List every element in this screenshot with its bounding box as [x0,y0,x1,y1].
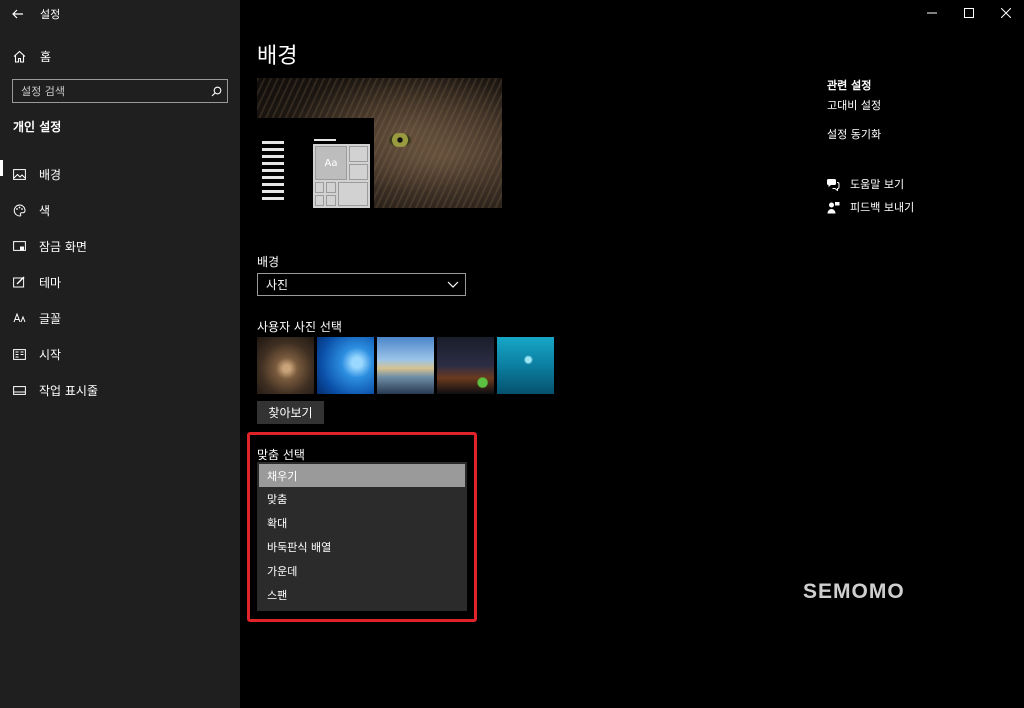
sidebar-item-lock-screen[interactable]: 잠금 화면 [0,228,240,264]
sidebar-item-label: 테마 [39,275,62,290]
background-select-value: 사진 [266,278,289,292]
sidebar-item-theme[interactable]: 테마 [0,264,240,300]
photo-thumbnail-beach[interactable] [377,337,434,394]
preview-tile [315,195,324,206]
start-icon [12,347,26,361]
close-icon [1000,8,1011,18]
home-icon [13,50,26,63]
fit-label: 맞춤 선택 [257,448,305,462]
background-label: 배경 [257,255,280,269]
search-box[interactable] [12,79,228,103]
background-preview: Aa [257,78,502,208]
sidebar-item-label: 배경 [39,167,62,182]
sidebar-nav: 배경 색 잠금 화면 테마 글꼴 시작 작업 표시줄 [0,156,240,408]
send-feedback-link[interactable]: 피드백 보내기 [826,199,914,215]
sync-settings-link[interactable]: 설정 동기화 [827,126,881,142]
photo-thumbnail-windows[interactable] [317,337,374,394]
fit-option-fill[interactable]: 채우기 [259,464,465,487]
preview-tile [338,182,368,206]
preview-mock-tiles: Aa [313,144,370,208]
photo-picker-label: 사용자 사진 선택 [257,320,342,334]
sidebar-item-fonts[interactable]: 글꼴 [0,300,240,336]
chevron-down-icon [447,281,459,288]
sidebar-item-background[interactable]: 배경 [0,156,240,192]
palette-icon [12,203,26,217]
sidebar-item-color[interactable]: 색 [0,192,240,228]
get-help-link[interactable]: 도움말 보기 [826,176,904,192]
preview-mock-window: Aa [257,118,374,208]
sidebar-item-start[interactable]: 시작 [0,336,240,372]
sidebar-item-label: 작업 표시줄 [39,383,99,398]
arrow-left-icon [12,9,23,19]
sidebar-item-taskbar[interactable]: 작업 표시줄 [0,372,240,408]
back-button[interactable] [0,0,36,28]
sidebar-item-label: 시작 [39,347,62,362]
send-feedback-label: 피드백 보내기 [850,201,915,214]
preview-cat-eye [389,133,411,147]
photo-thumbnail-underwater[interactable] [497,337,554,394]
sidebar-item-home[interactable]: 홈 [0,44,240,68]
maximize-button[interactable] [950,0,987,26]
preview-mock-header [314,139,336,141]
minimize-button[interactable] [913,0,950,26]
photo-thumbnails [257,337,557,394]
fit-option-center[interactable]: 가운데 [257,559,467,583]
fit-option-tile[interactable]: 바둑판식 배열 [257,535,467,559]
preview-tile [326,182,336,193]
preview-mock-list [262,141,284,204]
lock-screen-icon [12,239,26,253]
related-settings-title: 관련 설정 [827,79,872,92]
preview-tile-aa: Aa [315,146,347,180]
fit-option-span[interactable]: 스팬 [257,583,467,607]
fit-option-stretch[interactable]: 확대 [257,511,467,535]
preview-tile [349,164,368,180]
theme-icon [12,275,26,289]
get-help-label: 도움말 보기 [850,178,905,191]
sidebar-item-home-label: 홈 [40,49,52,64]
section-title: 개인 설정 [13,120,62,134]
search-icon[interactable] [205,80,227,102]
sidebar-item-label: 잠금 화면 [39,239,87,254]
maximize-icon [963,8,974,18]
high-contrast-link[interactable]: 고대비 설정 [827,97,881,113]
help-chat-icon [826,177,840,191]
minimize-icon [926,12,937,14]
sidebar-item-label: 색 [39,203,51,218]
fit-dropdown-list: 채우기 맞춤 확대 바둑판식 배열 가운데 스팬 [257,462,467,611]
taskbar-icon [12,383,26,397]
watermark: SEMOMO [803,580,905,603]
sidebar-item-label: 글꼴 [39,311,62,326]
preview-tile [315,182,324,193]
photo-thumbnail-cat[interactable] [257,337,314,394]
page-title: 배경 [257,44,298,69]
feedback-icon [826,200,840,214]
photo-thumbnail-night-sky[interactable] [437,337,494,394]
search-input[interactable] [13,84,205,98]
font-icon [12,311,26,325]
sidebar: 설정 홈 개인 설정 배경 색 잠금 화면 [0,0,240,708]
window-controls [913,0,1024,26]
app-title: 설정 [40,8,61,21]
close-button[interactable] [987,0,1024,26]
preview-tile [349,146,368,162]
browse-button[interactable]: 찾아보기 [257,401,324,424]
preview-tile [326,195,336,206]
fit-option-fit[interactable]: 맞춤 [257,487,467,511]
image-icon [12,167,26,181]
title-bar: 설정 [0,0,240,28]
background-select[interactable]: 사진 [257,273,466,296]
